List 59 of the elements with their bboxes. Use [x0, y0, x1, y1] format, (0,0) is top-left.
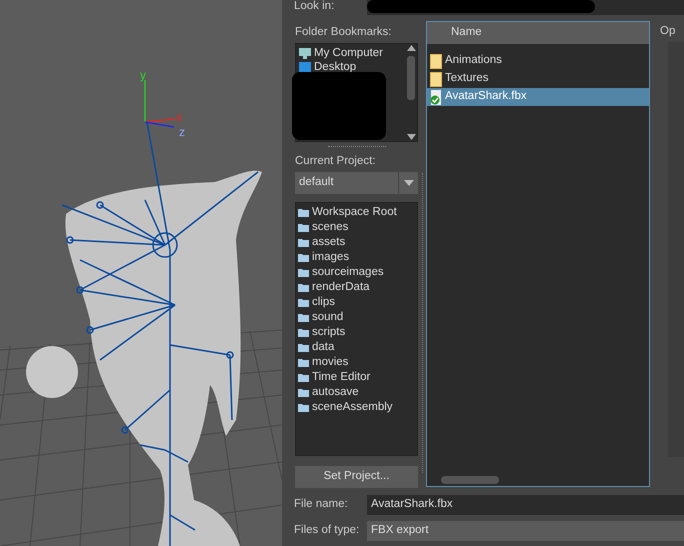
scroll-down-icon[interactable]: [406, 132, 416, 141]
folder-item[interactable]: autosave: [298, 384, 415, 400]
file-check-icon: [430, 90, 442, 104]
options-label: Op: [660, 24, 676, 38]
column-header[interactable]: Name: [451, 24, 482, 42]
folder-icon: [430, 72, 442, 86]
file-row[interactable]: AvatarShark.fbx: [427, 88, 649, 106]
folder-item[interactable]: images: [298, 250, 415, 265]
folder-icon: [298, 238, 309, 247]
axis-label: y: [140, 68, 146, 82]
folder-item[interactable]: sourceimages: [298, 264, 415, 280]
folder-icon: [298, 298, 309, 307]
current-project-label: Current Project:: [295, 154, 377, 168]
look-in-field[interactable]: [367, 0, 684, 15]
set-project-button[interactable]: Set Project...: [295, 466, 418, 488]
file-row[interactable]: Animations: [427, 52, 649, 70]
folder-item[interactable]: Workspace Root: [298, 204, 415, 220]
folder-item[interactable]: sceneAssembly: [298, 400, 415, 415]
folder-icon: [298, 328, 309, 337]
folder-icon: [298, 372, 309, 382]
folder-icon: [298, 268, 309, 277]
folder-icon: [298, 388, 309, 397]
bookmark-item[interactable]: My Computer: [299, 46, 402, 60]
bookmark-item[interactable]: Desktop: [299, 60, 402, 74]
file-row[interactable]: Textures: [427, 70, 649, 88]
file-name-label: File name:: [294, 497, 349, 512]
folder-item[interactable]: movies: [298, 354, 415, 370]
file-name-field[interactable]: AvatarShark.fbx: [367, 495, 684, 515]
folder-icon: [430, 54, 442, 68]
file-type-dropdown[interactable]: FBX export: [367, 521, 684, 541]
folder-icon: [298, 208, 309, 217]
desktop-icon: [299, 62, 311, 72]
folder-item[interactable]: clips: [298, 294, 415, 310]
folder-icon: [298, 312, 309, 322]
folder-item[interactable]: scripts: [298, 324, 415, 340]
folder-icon: [298, 222, 309, 232]
project-dropdown[interactable]: default: [295, 172, 418, 194]
monitor-icon: [299, 48, 311, 58]
axis-label: z: [179, 125, 185, 139]
look-in-label: Look in:: [294, 0, 336, 13]
bookmarks-label: Folder Bookmarks:: [295, 25, 393, 39]
folder-icon: [298, 402, 309, 412]
axis-gizmo: [144, 80, 176, 128]
folder-item[interactable]: data: [298, 340, 415, 355]
folder-icon: [298, 342, 309, 352]
folder-icon: [298, 358, 309, 367]
axis-label: x: [176, 110, 182, 124]
scrollbar-thumb[interactable]: [407, 56, 415, 100]
scrollbar-thumb[interactable]: [441, 476, 499, 484]
folder-icon: [298, 252, 309, 262]
scroll-up-icon[interactable]: [406, 44, 416, 52]
folder-item[interactable]: scenes: [298, 220, 415, 235]
folder-icon: [298, 282, 309, 292]
folder-item[interactable]: renderData: [298, 280, 415, 295]
folder-item[interactable]: Time Editor: [298, 370, 415, 385]
file-type-label: Files of type:: [294, 523, 360, 538]
folder-item[interactable]: sound: [298, 310, 415, 325]
folder-item[interactable]: assets: [298, 234, 415, 250]
caret-icon: [404, 180, 414, 186]
